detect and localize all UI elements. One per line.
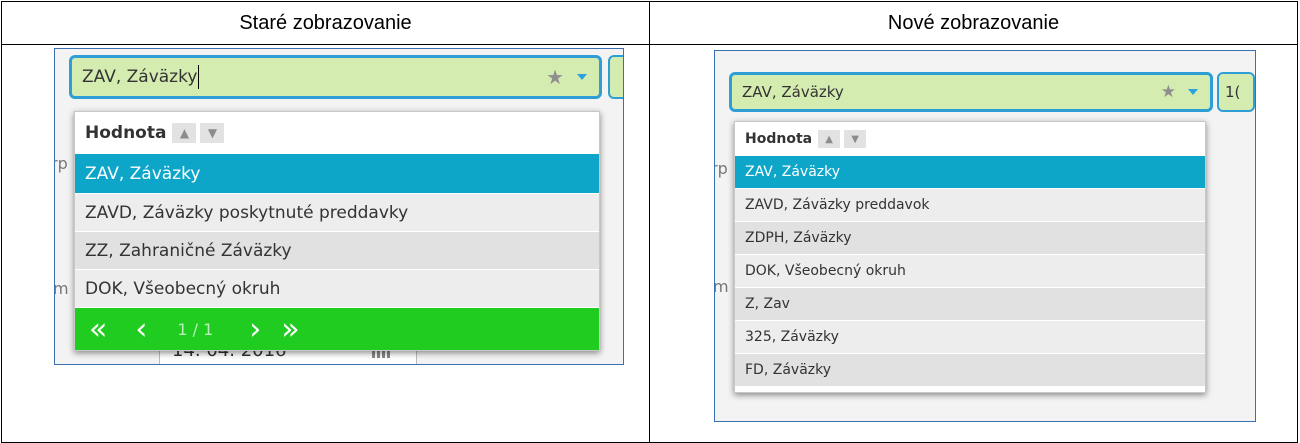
cell-old: rp m 14. 04. 2016 ZAV, Závӓzky ★ Ho (1, 44, 650, 443)
next-page-icon[interactable]: › (249, 312, 261, 347)
header-new: Nové zobrazovanie (649, 1, 1298, 45)
list-item[interactable]: DOK, Všeobecný okruh (735, 255, 1205, 288)
sort-up-icon[interactable]: ▲ (172, 123, 197, 143)
dropdown-combo[interactable]: ZAV, Závӓzky ★ (729, 72, 1213, 112)
last-page-icon[interactable]: » (281, 312, 299, 347)
list-item[interactable]: ZDPH, Závӓzky (735, 222, 1205, 255)
star-icon[interactable]: ★ (1161, 75, 1176, 109)
sort-header: Hodnota ▲ ▼ (75, 112, 599, 154)
background-label: rp (55, 154, 68, 173)
sort-header: Hodnota ▲ ▼ (735, 122, 1205, 156)
sort-up-icon[interactable]: ▲ (818, 130, 841, 148)
cell-new: rp m ZAV, Závӓzky ★ 1( Hodnota ▲ ▼ (649, 44, 1298, 443)
star-icon[interactable]: ★ (546, 58, 564, 96)
page-indicator: 1 / 1 (177, 319, 214, 339)
first-page-icon[interactable]: « (89, 312, 107, 347)
combo-value: ZAV, Závӓzky (82, 67, 198, 87)
list-item[interactable]: 325, Závӓzky (735, 321, 1205, 354)
pager: « ‹ 1 / 1 › » (75, 308, 599, 350)
dropdown-arrow-icon[interactable] (1188, 75, 1198, 109)
list-item[interactable]: FD, Závӓzky (735, 354, 1205, 387)
comparison-table: Staré zobrazovanie Nové zobrazovanie rp … (1, 1, 1298, 443)
list-item[interactable]: ZZ, Zahraničné Závӓzky (75, 232, 599, 270)
background-label: m (54, 279, 69, 298)
old-view-screenshot: rp m 14. 04. 2016 ZAV, Závӓzky ★ Ho (54, 48, 624, 365)
sort-header-label: Hodnota (745, 131, 813, 147)
dropdown-combo[interactable]: ZAV, Závӓzky ★ (69, 55, 602, 99)
text-cursor (198, 65, 200, 89)
background-label: m (714, 277, 729, 296)
list-item[interactable]: ZAVD, Závӓzky preddavok (735, 189, 1205, 222)
list-item[interactable]: ZAV, Závӓzky (735, 156, 1205, 189)
dropdown-list: Hodnota ▲ ▼ ZAV, Závӓzky ZAVD, Závӓzky p… (74, 111, 600, 351)
new-view-screenshot: rp m ZAV, Závӓzky ★ 1( Hodnota ▲ ▼ (714, 50, 1256, 422)
list-item[interactable]: ZAVD, Závӓzky poskytnuté preddavky (75, 194, 599, 232)
list-item[interactable]: DOK, Všeobecný okruh (75, 270, 599, 308)
list-item[interactable]: Z, Zav (735, 288, 1205, 321)
prev-page-icon[interactable]: ‹ (135, 312, 147, 347)
sort-down-icon[interactable]: ▼ (844, 130, 867, 148)
next-field[interactable]: 1( (1217, 72, 1255, 112)
header-old: Staré zobrazovanie (1, 1, 650, 45)
combo-value: ZAV, Závӓzky (742, 83, 844, 101)
dropdown-list: Hodnota ▲ ▼ ZAV, Závӓzky ZAVD, Závӓzky p… (734, 121, 1206, 393)
sort-down-icon[interactable]: ▼ (200, 123, 225, 143)
background-label: rp (715, 159, 728, 178)
list-item[interactable]: ZAV, Závӓzky (75, 154, 599, 194)
dropdown-arrow-icon[interactable] (577, 58, 587, 96)
sort-header-label: Hodnota (85, 123, 167, 143)
